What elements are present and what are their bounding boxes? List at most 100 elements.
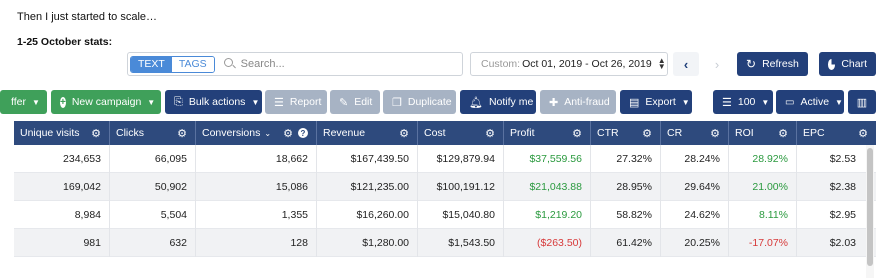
cell-cr: 28.24% xyxy=(661,145,729,173)
gear-icon[interactable]: ⚙ xyxy=(399,127,409,140)
column-header-roi[interactable]: ROI ⚙ xyxy=(729,121,797,145)
cell-profit: $21,043.88 xyxy=(504,173,591,201)
cell-revenue: $121,235.00 xyxy=(317,173,418,201)
cell-profit: $1,219.20 xyxy=(504,201,591,229)
chevron-down-icon: ▼ xyxy=(835,97,843,107)
duplicate-button[interactable]: ❐ Duplicate xyxy=(383,90,456,114)
column-header-unique-visits[interactable]: Unique visits ⚙ xyxy=(14,121,110,145)
cell-conversions: 18,662 xyxy=(196,145,317,173)
search-mode-tags-tab[interactable]: TAGS xyxy=(171,56,214,72)
cell-unique-visits: 8,984 xyxy=(14,201,110,229)
pencil-icon: ✎ xyxy=(339,96,349,109)
column-header-conversions[interactable]: Conversions ⌄ ⚙? xyxy=(196,121,317,145)
gear-icon[interactable]: ⚙ xyxy=(642,127,652,140)
column-header-epc[interactable]: EPC ⚙ xyxy=(797,121,876,145)
refresh-icon: ↻ xyxy=(746,57,757,71)
edit-button[interactable]: ✎ Edit xyxy=(330,90,380,114)
gear-icon[interactable]: ⚙ xyxy=(858,127,868,140)
column-header-cost[interactable]: Cost ⚙ xyxy=(418,121,504,145)
export-button[interactable]: ▤ Export ▼ xyxy=(620,90,692,114)
gear-icon[interactable]: ⚙ xyxy=(177,127,187,140)
sort-down-icon: ⌄ xyxy=(264,129,272,138)
chevron-down-icon: ▼ xyxy=(31,97,40,107)
refresh-button[interactable]: ↻ Refresh xyxy=(737,52,808,76)
search-input[interactable] xyxy=(240,58,461,70)
duplicate-label: Duplicate xyxy=(407,96,452,108)
gear-icon[interactable]: ⚙ xyxy=(485,127,495,140)
cell-cost: $129,879.94 xyxy=(418,145,504,173)
cell-epc: $2.95 xyxy=(829,209,856,221)
cell-clicks: 5,504 xyxy=(110,201,196,229)
next-period-button[interactable]: › xyxy=(704,52,730,76)
file-icon: ▤ xyxy=(629,96,640,109)
gear-icon[interactable]: ⚙ xyxy=(710,127,720,140)
new-campaign-button[interactable]: + New campaign ▼ xyxy=(51,90,161,114)
previous-period-button[interactable]: ‹ xyxy=(673,52,699,76)
cell-conversions: 128 xyxy=(196,229,317,257)
cell-ctr: 61.42% xyxy=(591,229,661,257)
cell-ctr: 58.82% xyxy=(591,201,661,229)
cell-clicks: 50,902 xyxy=(110,173,196,201)
cell-unique-visits: 981 xyxy=(14,229,110,257)
chevron-down-icon: ▼ xyxy=(681,97,690,107)
table-row[interactable]: 981 632 128 $1,280.00 $1,543.50 ($263.50… xyxy=(14,229,876,257)
scrollbar-thumb[interactable] xyxy=(867,148,873,266)
cell-unique-visits: 234,653 xyxy=(14,145,110,173)
cell-roi: -17.07% xyxy=(729,229,797,257)
search-box: TEXT TAGS xyxy=(127,52,463,76)
bulk-actions-button[interactable]: ⎘ Bulk actions ▼ xyxy=(165,90,262,114)
bulk-actions-label: Bulk actions xyxy=(188,96,246,108)
stats-heading: 1-25 October stats: xyxy=(17,36,113,48)
pie-chart-icon xyxy=(828,58,836,70)
rows-per-page-value: 100 xyxy=(737,96,756,108)
report-button[interactable]: ☰ Report xyxy=(265,90,327,114)
gear-icon[interactable]: ⚙ xyxy=(572,127,582,140)
cell-unique-visits: 169,042 xyxy=(14,173,110,201)
chart-button[interactable]: Chart xyxy=(819,52,876,76)
anti-fraud-label: Anti-fraud xyxy=(564,96,610,108)
cell-profit: ($263.50) xyxy=(504,229,591,257)
status-filter-select[interactable]: ▭ Active ▼ xyxy=(776,90,844,114)
column-header-cr[interactable]: CR ⚙ xyxy=(661,121,729,145)
gear-icon[interactable]: ⚙ xyxy=(283,127,293,140)
bulk-actions-icon: ⎘ xyxy=(174,95,183,108)
cell-roi: 28.92% xyxy=(729,145,797,173)
cell-cr: 24.62% xyxy=(661,201,729,229)
column-header-revenue[interactable]: Revenue ⚙ xyxy=(317,121,418,145)
column-header-clicks[interactable]: Clicks ⚙ xyxy=(110,121,196,145)
cell-ctr: 27.32% xyxy=(591,145,661,173)
chevron-right-icon: › xyxy=(714,56,720,72)
bell-icon: 🔔︎ xyxy=(469,96,483,109)
notify-me-label: Notify me xyxy=(488,96,534,108)
column-header-ctr[interactable]: CTR ⚙ xyxy=(591,121,661,145)
export-label: Export xyxy=(645,96,676,108)
help-icon[interactable]: ? xyxy=(298,128,308,138)
columns-button[interactable]: ▥ xyxy=(848,90,876,114)
plus-circle-icon: + xyxy=(60,96,66,108)
table-row[interactable]: 169,042 50,902 15,086 $121,235.00 $100,1… xyxy=(14,173,876,201)
table-header: Unique visits ⚙ Clicks ⚙ Conversions ⌄ ⚙? Re… xyxy=(14,121,876,145)
cell-epc: $2.03 xyxy=(829,237,856,249)
up-down-arrows-icon: ▲ ▼ xyxy=(657,56,666,71)
notify-me-button[interactable]: 🔔︎ Notify me xyxy=(460,90,536,114)
date-range-select[interactable]: Custom: Oct 01, 2019 - Oct 26, 2019 ▲ ▼ xyxy=(470,52,668,76)
cell-revenue: $16,260.00 xyxy=(317,201,418,229)
anti-fraud-button[interactable]: ✚ Anti-fraud xyxy=(540,90,616,114)
date-range-prefix: Custom: xyxy=(481,58,521,70)
cell-clicks: 632 xyxy=(110,229,196,257)
offer-button[interactable]: ffer ▼ xyxy=(0,90,47,114)
stats-table: Unique visits ⚙ Clicks ⚙ Conversions ⌄ ⚙? Re… xyxy=(14,121,876,278)
table-row[interactable]: 8,984 5,504 1,355 $16,260.00 $15,040.80 … xyxy=(14,201,876,229)
gear-icon[interactable]: ⚙ xyxy=(91,127,101,140)
column-header-profit[interactable]: Profit ⚙ xyxy=(504,121,591,145)
rows-per-page-select[interactable]: ☰ 100 ▼ xyxy=(713,90,773,114)
search-mode-text-tab[interactable]: TEXT xyxy=(131,56,172,72)
report-label: Report xyxy=(289,96,322,108)
cell-revenue: $167,439.50 xyxy=(317,145,418,173)
cell-cost: $1,543.50 xyxy=(418,229,504,257)
gear-icon[interactable]: ⚙ xyxy=(778,127,788,140)
list-icon: ☰ xyxy=(722,96,732,109)
cell-cost: $100,191.12 xyxy=(418,173,504,201)
cell-revenue: $1,280.00 xyxy=(317,229,418,257)
table-row[interactable]: 234,653 66,095 18,662 $167,439.50 $129,8… xyxy=(14,145,876,173)
